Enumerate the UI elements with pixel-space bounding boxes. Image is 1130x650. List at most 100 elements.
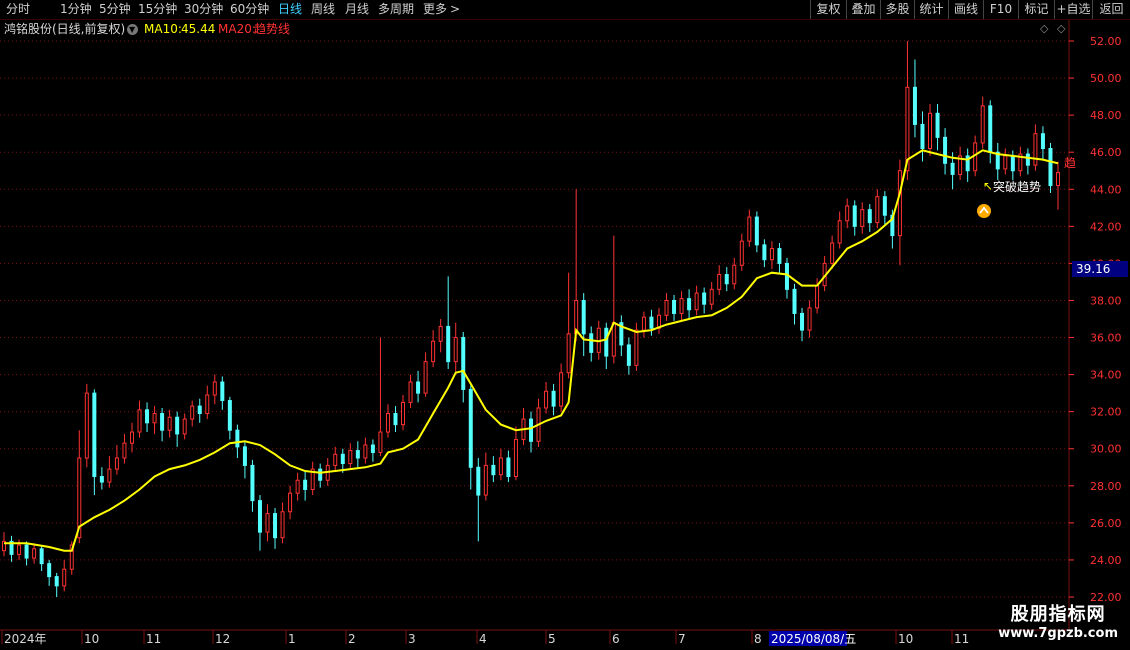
- candle-body: [363, 444, 368, 459]
- candle-body: [257, 500, 262, 533]
- candle-body: [24, 544, 29, 559]
- candle-body: [581, 299, 586, 335]
- y-tick-label: 50.00: [1090, 72, 1122, 85]
- candle: [39, 545, 44, 572]
- candle-body: [792, 288, 797, 314]
- candle: [513, 426, 518, 481]
- y-tick-label: 22.00: [1090, 591, 1122, 604]
- tab-60min[interactable]: 60分钟: [230, 2, 269, 16]
- candle-body: [129, 431, 134, 444]
- candle: [935, 104, 940, 151]
- candle: [747, 209, 752, 247]
- candle-body: [589, 333, 594, 353]
- candle-body: [431, 340, 436, 363]
- candle: [784, 257, 789, 299]
- date-axis: 2024年1011121234567891011: [0, 629, 1069, 646]
- candle: [32, 543, 37, 564]
- x-tick-label: 5: [548, 632, 556, 646]
- x-tick-label: 7: [678, 632, 686, 646]
- tab-15min[interactable]: 15分钟: [138, 2, 177, 16]
- tab-multi-period[interactable]: 多周期: [378, 2, 414, 16]
- add-watchlist-button[interactable]: +自选: [1054, 0, 1092, 19]
- tab-30min[interactable]: 30分钟: [184, 2, 223, 16]
- current-price-label: 39.16: [1076, 262, 1110, 276]
- candle: [431, 330, 436, 368]
- y-tick-label: 30.00: [1090, 443, 1122, 456]
- candle: [521, 407, 526, 446]
- settings-dropdown-icon[interactable]: ▼: [127, 24, 138, 35]
- candle-body: [393, 413, 398, 426]
- mark-button[interactable]: 标记: [1018, 0, 1054, 19]
- candle-body: [318, 468, 323, 481]
- candle: [273, 508, 278, 549]
- candle-body: [724, 274, 729, 285]
- candle-body: [235, 429, 240, 448]
- candle-body: [694, 292, 699, 311]
- candle-body: [483, 464, 488, 496]
- candle: [461, 331, 466, 403]
- restore-rights-button[interactable]: 复权: [810, 0, 846, 19]
- tab-1min[interactable]: 1分钟: [60, 2, 92, 16]
- candle-body: [32, 548, 37, 559]
- candle-body: [1056, 172, 1060, 187]
- candle: [702, 287, 707, 314]
- y-tick-label: 48.00: [1090, 109, 1122, 122]
- x-tick-label: 11: [954, 632, 969, 646]
- candle-body: [649, 316, 654, 329]
- tab-intraday[interactable]: 分时: [6, 2, 30, 16]
- candle: [333, 446, 338, 471]
- candle: [626, 337, 631, 375]
- candle-body: [920, 123, 925, 149]
- candle: [536, 398, 541, 447]
- statistics-button[interactable]: 统计: [914, 0, 948, 19]
- x-tick-label: 6: [612, 632, 620, 646]
- y-tick-label: 36.00: [1090, 332, 1122, 345]
- candle-body: [852, 205, 857, 227]
- candle-body: [197, 405, 202, 415]
- kline-chart[interactable]: 22.00 24.00 26.00 28.00 30.00 32.00 34.00 36.00…: [0, 0, 1130, 650]
- tab-monthly[interactable]: 月线: [345, 2, 369, 16]
- candle-body: [468, 388, 473, 468]
- candle-body: [107, 468, 112, 483]
- candle-body: [416, 381, 421, 394]
- candle-body: [408, 381, 413, 403]
- signal-up-icon: [977, 204, 991, 218]
- expand-icon[interactable]: ◇: [1057, 20, 1065, 38]
- candle-body: [754, 216, 759, 246]
- tab-daily[interactable]: 日线: [278, 2, 302, 16]
- candle-body: [295, 479, 300, 494]
- candle-body: [815, 285, 820, 309]
- candle-body: [227, 400, 232, 431]
- candle-body: [491, 464, 496, 476]
- tab-more[interactable]: 更多: [423, 2, 447, 16]
- candle-body: [167, 416, 172, 431]
- candle-body: [288, 492, 293, 513]
- candle-body: [62, 568, 67, 587]
- back-button[interactable]: 返回: [1092, 0, 1130, 19]
- f10-button[interactable]: F10: [983, 0, 1018, 19]
- candle-body: [935, 112, 940, 138]
- tab-5min[interactable]: 5分钟: [99, 2, 131, 16]
- draw-line-button[interactable]: 画线: [948, 0, 983, 19]
- candle-body: [626, 344, 631, 366]
- candle: [611, 235, 616, 364]
- y-tick-label: 52.00: [1090, 35, 1122, 48]
- more-arrow-icon[interactable]: >: [450, 2, 460, 16]
- candle-body: [860, 209, 865, 227]
- candle: [852, 200, 857, 236]
- candle-body: [205, 394, 210, 415]
- overlay-button[interactable]: 叠加: [846, 0, 880, 19]
- diamond-icon[interactable]: ◇: [1040, 20, 1048, 38]
- y-tick-label: 26.00: [1090, 517, 1122, 530]
- y-tick-label: 28.00: [1090, 480, 1122, 493]
- candle-body: [897, 170, 902, 237]
- candle: [47, 559, 52, 586]
- candle: [912, 59, 917, 138]
- candle: [385, 404, 390, 438]
- candle: [227, 396, 232, 440]
- multi-stock-button[interactable]: 多股: [880, 0, 914, 19]
- candle-body: [777, 248, 782, 264]
- tab-weekly[interactable]: 周线: [311, 2, 335, 16]
- candle: [769, 241, 774, 269]
- candle-body: [280, 511, 285, 539]
